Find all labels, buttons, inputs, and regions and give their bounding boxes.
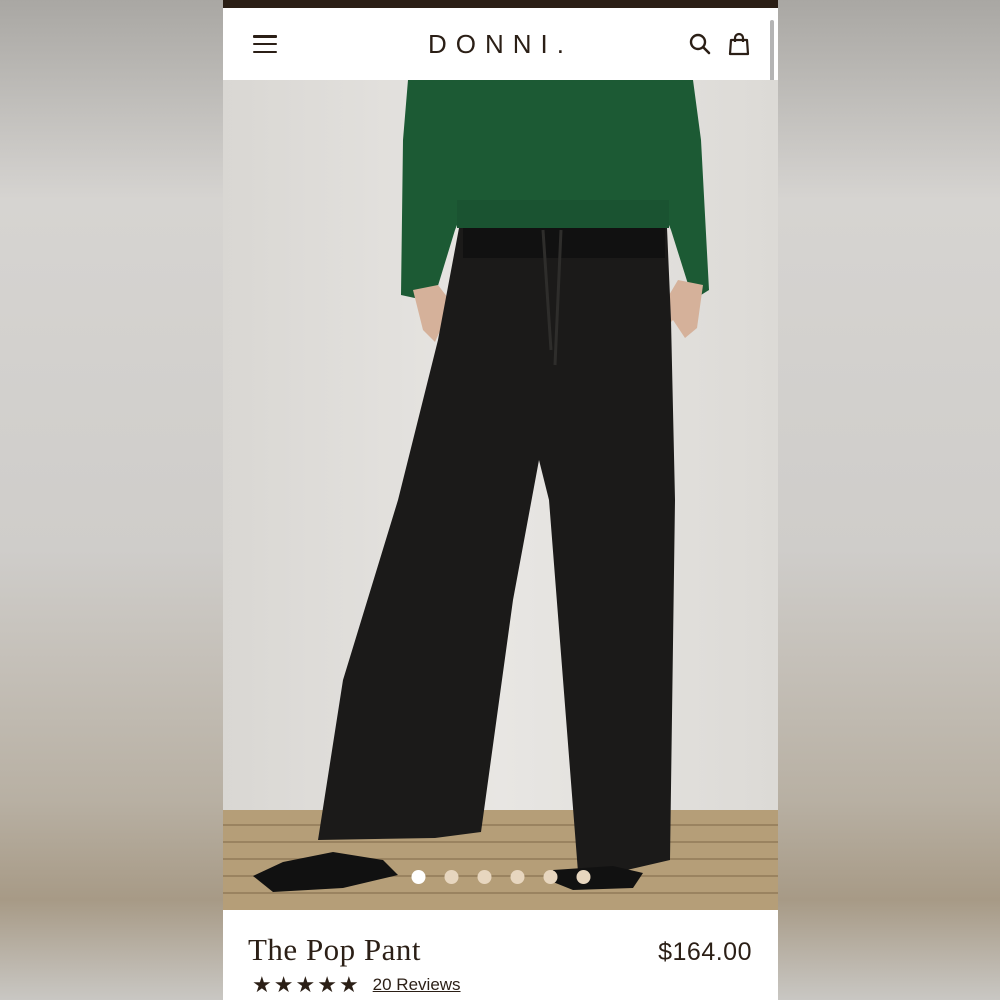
product-image[interactable] bbox=[223, 80, 778, 910]
product-info: The Pop Pant $164.00 ★ ★ ★ ★ ★ 20 Review… bbox=[223, 910, 778, 1000]
carousel-dots bbox=[411, 870, 590, 884]
rating-row: ★ ★ ★ ★ ★ 20 Reviews bbox=[248, 974, 752, 996]
site-header: DONNI. bbox=[223, 8, 778, 302]
title-row: The Pop Pant $164.00 bbox=[248, 932, 752, 968]
carousel-dot-4[interactable] bbox=[510, 870, 524, 884]
brand-logo[interactable]: DONNI. bbox=[428, 29, 573, 60]
carousel-dot-5[interactable] bbox=[543, 870, 557, 884]
star-icon: ★ bbox=[317, 972, 337, 997]
star-icon: ★ bbox=[252, 972, 272, 997]
carousel-dot-3[interactable] bbox=[477, 870, 491, 884]
background-blur-left bbox=[0, 0, 223, 1000]
phone-screen: DONNI. The Pop Pant $164.00 ★ ★ ★ ★ ★ 20… bbox=[223, 0, 778, 1000]
product-photo bbox=[223, 80, 778, 910]
reviews-link[interactable]: 20 Reviews bbox=[373, 975, 461, 995]
product-title: The Pop Pant bbox=[248, 932, 422, 967]
product-price: $164.00 bbox=[658, 938, 752, 966]
star-icon: ★ bbox=[338, 972, 359, 997]
hamburger-menu-icon[interactable] bbox=[253, 35, 277, 53]
star-icon: ★ bbox=[273, 972, 294, 997]
carousel-dot-6[interactable] bbox=[576, 870, 590, 884]
shopping-bag-icon[interactable] bbox=[728, 32, 750, 56]
status-bar bbox=[223, 0, 778, 8]
star-icon: ★ bbox=[295, 972, 316, 997]
carousel-dot-1[interactable] bbox=[411, 870, 425, 884]
background-blur-right bbox=[778, 0, 1000, 1000]
search-icon[interactable] bbox=[688, 32, 712, 56]
header-actions bbox=[688, 32, 750, 56]
star-rating[interactable]: ★ ★ ★ ★ ★ bbox=[252, 974, 359, 996]
carousel-dot-2[interactable] bbox=[444, 870, 458, 884]
